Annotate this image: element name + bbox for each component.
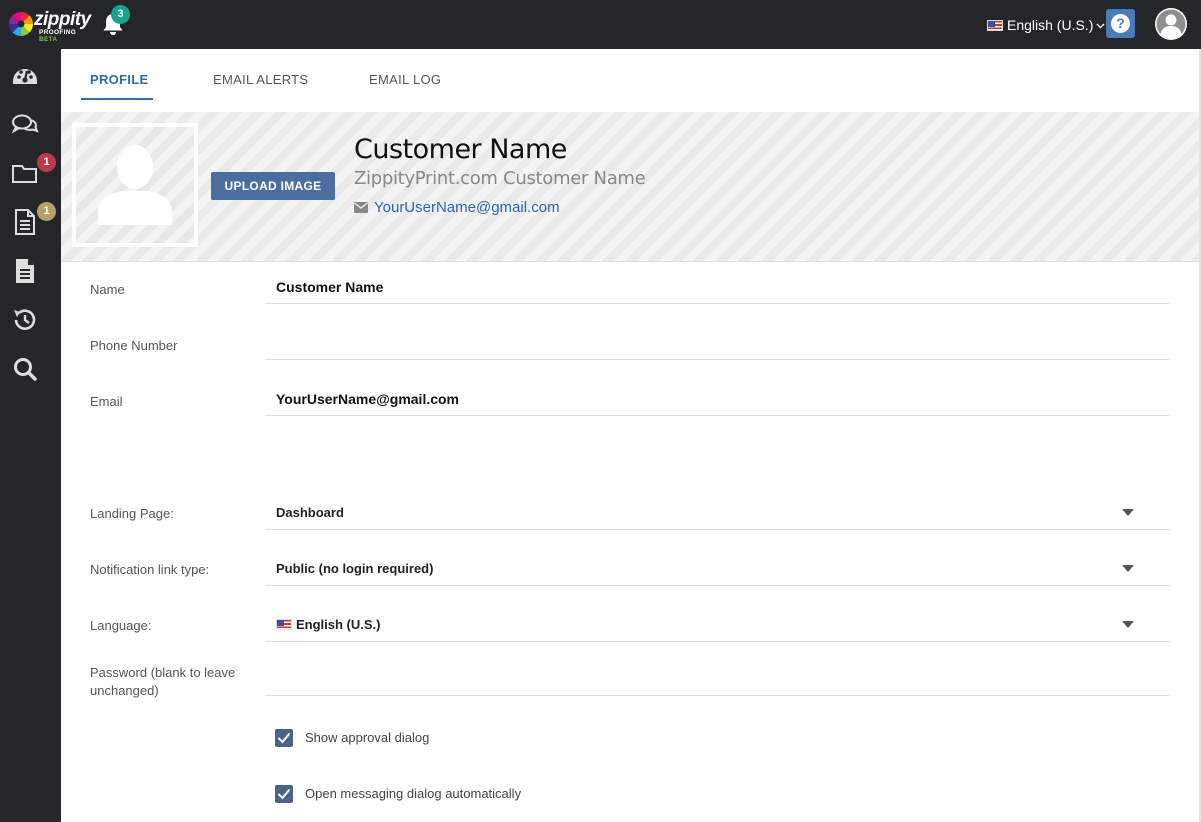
logo-wheel-icon xyxy=(8,11,34,37)
email-field[interactable]: YourUserName@gmail.com xyxy=(265,382,1170,416)
logo-text: zippity xyxy=(34,9,91,30)
profile-photo[interactable] xyxy=(72,123,198,247)
folder-badge: 1 xyxy=(37,153,56,172)
email-value: YourUserName@gmail.com xyxy=(276,391,460,407)
name-field[interactable]: Customer Name xyxy=(265,270,1170,304)
user-placeholder-icon xyxy=(98,145,172,225)
profile-email-link[interactable]: YourUserName@gmail.com xyxy=(374,199,560,216)
email-label: Email xyxy=(90,394,123,409)
name-value: Customer Name xyxy=(276,279,384,295)
show-approval-label[interactable]: Show approval dialog xyxy=(305,730,429,745)
top-bar: zippity PROOFING BETA 3 English (U.S.) ? xyxy=(0,0,1201,49)
profile-header: UPLOAD IMAGE Customer Name ZippityPrint.… xyxy=(61,112,1201,262)
file-text-icon xyxy=(16,259,34,283)
sidebar-item-dashboard[interactable] xyxy=(10,61,40,91)
name-label: Name xyxy=(90,282,125,297)
profile-name: Customer Name xyxy=(354,134,567,165)
sidebar: 1 1 xyxy=(0,49,61,822)
profile-email: YourUserName@gmail.com xyxy=(354,199,560,216)
show-approval-checkbox[interactable] xyxy=(275,729,293,747)
document-icon xyxy=(15,209,35,235)
tab-profile[interactable]: PROFILE xyxy=(90,72,148,87)
us-flag-icon xyxy=(987,19,1003,31)
caret-down-icon xyxy=(1122,565,1134,572)
notification-link-label: Notification link type: xyxy=(90,562,210,577)
messages-icon xyxy=(11,114,39,134)
upload-image-button[interactable]: UPLOAD IMAGE xyxy=(211,172,335,200)
dashboard-icon xyxy=(13,69,37,84)
sidebar-item-messages[interactable] xyxy=(10,110,40,140)
checkmark-icon xyxy=(277,732,291,744)
notification-link-value: Public (no login required) xyxy=(276,561,434,576)
notification-link-select[interactable]: Public (no login required) xyxy=(265,552,1170,586)
history-icon xyxy=(14,309,36,330)
tab-email-log[interactable]: EMAIL LOG xyxy=(369,72,441,87)
sidebar-item-folders[interactable] xyxy=(10,158,40,188)
language-value-text: English (U.S.) xyxy=(296,617,381,632)
language-selector-label: English (U.S.) xyxy=(1007,17,1094,33)
sidebar-item-history[interactable] xyxy=(10,305,40,335)
open-messaging-checkbox[interactable] xyxy=(275,785,293,803)
language-value: English (U.S.) xyxy=(276,617,381,632)
profile-tabs: PROFILE EMAIL ALERTS EMAIL LOG xyxy=(61,49,1201,112)
notification-count-badge: 3 xyxy=(111,5,130,24)
sidebar-item-files[interactable] xyxy=(10,256,40,286)
active-tab-indicator xyxy=(81,98,153,100)
folder-icon xyxy=(12,165,37,183)
documents-badge: 1 xyxy=(37,202,56,221)
user-avatar-icon[interactable] xyxy=(1155,8,1187,40)
open-messaging-label[interactable]: Open messaging dialog automatically xyxy=(305,786,521,801)
landing-page-label: Landing Page: xyxy=(90,506,174,521)
logo-proofing: PROOFING xyxy=(39,29,77,36)
language-selector[interactable]: English (U.S.) xyxy=(987,16,1105,34)
logo-subtitle: PROOFING BETA xyxy=(39,29,88,43)
phone-label: Phone Number xyxy=(90,338,178,353)
language-label: Language: xyxy=(90,618,152,633)
help-button[interactable]: ? xyxy=(1106,9,1135,38)
search-icon xyxy=(14,358,37,381)
sidebar-item-documents[interactable] xyxy=(10,207,40,237)
help-icon: ? xyxy=(1111,14,1130,33)
caret-down-icon xyxy=(1122,509,1134,516)
chevron-down-icon xyxy=(1096,23,1105,28)
language-select[interactable]: English (U.S.) xyxy=(265,608,1170,642)
password-field[interactable] xyxy=(265,660,1170,696)
landing-page-select[interactable]: Dashboard xyxy=(265,496,1170,530)
tab-email-alerts[interactable]: EMAIL ALERTS xyxy=(213,72,308,87)
zippity-logo[interactable]: zippity PROOFING BETA xyxy=(8,8,91,43)
phone-field[interactable] xyxy=(265,326,1170,360)
checkmark-icon xyxy=(277,788,291,800)
us-flag-icon xyxy=(276,619,292,630)
landing-page-value: Dashboard xyxy=(276,505,344,520)
caret-down-icon xyxy=(1122,621,1134,628)
logo-beta: BETA xyxy=(39,36,58,43)
envelope-icon xyxy=(354,202,368,213)
profile-company: ZippityPrint.com Customer Name xyxy=(354,168,646,189)
sidebar-item-search[interactable] xyxy=(10,354,40,384)
password-label: Password (blank to leave unchanged) xyxy=(90,665,236,698)
